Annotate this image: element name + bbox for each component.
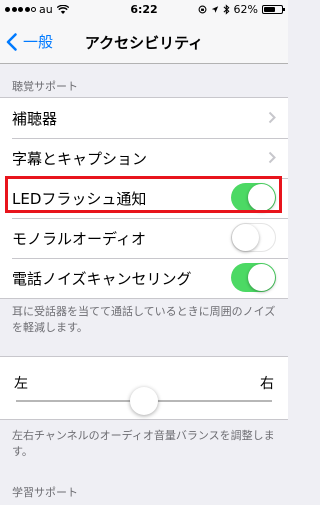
location-icon bbox=[211, 6, 218, 13]
balance-slider-knob[interactable] bbox=[130, 387, 158, 415]
chevron-right-icon bbox=[268, 151, 276, 164]
navigation-bar: 一般 アクセシビリティ bbox=[0, 20, 288, 64]
status-right: 62% bbox=[198, 3, 285, 16]
audio-balance-group: 左 右 bbox=[0, 356, 288, 420]
battery-percentage: 62% bbox=[233, 3, 258, 16]
hearing-group: 補聴器 字幕とキャプション LEDフラッシュ通知 モノラルオーディオ 電話ノイズ… bbox=[0, 97, 288, 299]
section-header-hearing: 聴覚サポート bbox=[12, 80, 78, 93]
audio-balance-footer: 左右チャンネルのオーディオ音量バランスを調整します。 bbox=[12, 429, 275, 458]
balance-right-label: 右 bbox=[260, 376, 274, 392]
led-flash-alerts-toggle[interactable] bbox=[231, 183, 276, 212]
led-flash-alerts-row: LEDフラッシュ通知 bbox=[0, 178, 288, 218]
bluetooth-icon bbox=[223, 4, 230, 15]
chevron-right-icon bbox=[268, 111, 276, 124]
orientation-lock-icon bbox=[198, 5, 207, 14]
cell-label: 補聴器 bbox=[12, 109, 58, 128]
cell-label: 字幕とキャプション bbox=[12, 149, 148, 168]
status-bar: au 6:22 62% bbox=[0, 0, 288, 20]
phone-noise-cancellation-toggle[interactable] bbox=[231, 263, 276, 292]
cell-label: LEDフラッシュ通知 bbox=[12, 189, 147, 208]
mono-audio-toggle[interactable] bbox=[231, 223, 276, 252]
balance-left-label: 左 bbox=[14, 376, 28, 392]
battery-icon bbox=[262, 5, 285, 14]
hearing-aids-row[interactable]: 補聴器 bbox=[0, 98, 288, 138]
cell-label: 電話ノイズキャンセリング bbox=[12, 269, 192, 288]
section-header-learning: 学習サポート bbox=[12, 486, 78, 499]
cell-label: モノラルオーディオ bbox=[12, 229, 146, 248]
noise-cancellation-footer: 耳に受話器を当てて通話しているときに周囲のノイズを軽減します。 bbox=[12, 305, 276, 334]
page-title: アクセシビリティ bbox=[84, 34, 204, 52]
subtitles-captioning-row[interactable]: 字幕とキャプション bbox=[0, 138, 288, 178]
phone-noise-cancellation-row: 電話ノイズキャンセリング bbox=[0, 258, 288, 298]
mono-audio-row: モノラルオーディオ bbox=[0, 218, 288, 258]
